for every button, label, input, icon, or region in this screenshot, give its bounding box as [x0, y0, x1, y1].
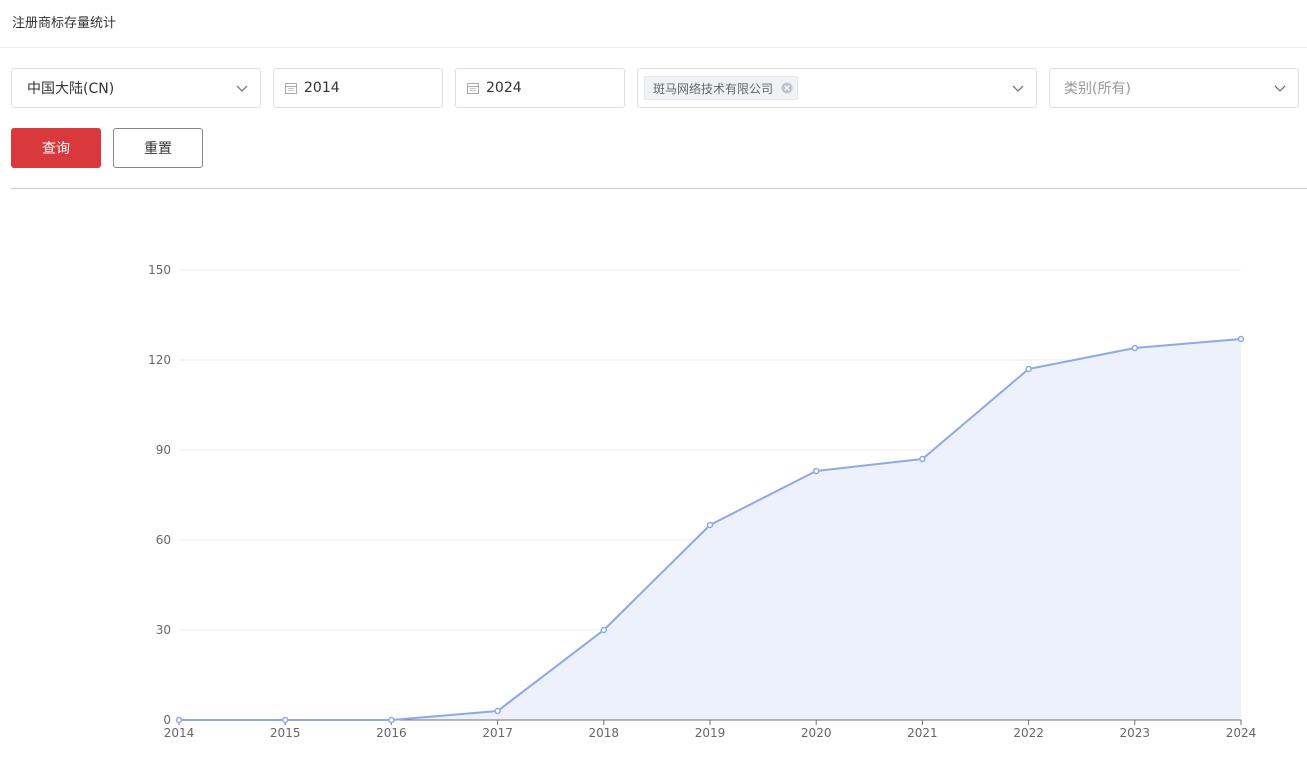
data-point	[812, 467, 820, 475]
data-point	[1131, 344, 1139, 352]
data-point	[706, 521, 714, 529]
chart-area	[179, 339, 1241, 720]
data-point	[281, 716, 289, 724]
x-tick-label: 2017	[482, 726, 513, 740]
series-area	[179, 339, 1241, 720]
y-tick-label: 0	[163, 713, 171, 727]
data-point	[175, 716, 183, 724]
y-tick-label: 120	[148, 353, 171, 367]
y-tick-label: 90	[156, 443, 171, 457]
data-point	[494, 707, 501, 715]
x-tick-label: 2014	[164, 726, 195, 740]
x-tick-label: 2021	[907, 726, 938, 740]
data-point	[1237, 335, 1245, 343]
data-point	[388, 716, 395, 724]
data-point	[919, 455, 926, 463]
trademark-stock-chart: 0 30 60 90 120 150 2014 2015 2016 2017 2018 2019 202…	[148, 263, 1257, 740]
y-tick-label: 30	[156, 623, 171, 637]
x-tick-label: 2024	[1226, 726, 1257, 740]
x-tick-label: 2023	[1120, 726, 1151, 740]
x-tick-label: 2019	[695, 726, 726, 740]
data-point	[1025, 365, 1032, 373]
y-tick-label: 60	[156, 533, 171, 547]
x-tick-label: 2016	[376, 726, 407, 740]
y-tick-label: 150	[148, 263, 171, 277]
x-tick-label: 2018	[589, 726, 620, 740]
data-point	[600, 626, 608, 634]
trademark-stock-page: 注册商标存量统计 中国大陆(CN) 2014 2024 斑马网络技术有限公司 类…	[0, 0, 1307, 784]
x-tick-label: 2020	[801, 726, 832, 740]
x-tick-label: 2015	[270, 726, 301, 740]
x-tick-label: 2022	[1013, 726, 1044, 740]
